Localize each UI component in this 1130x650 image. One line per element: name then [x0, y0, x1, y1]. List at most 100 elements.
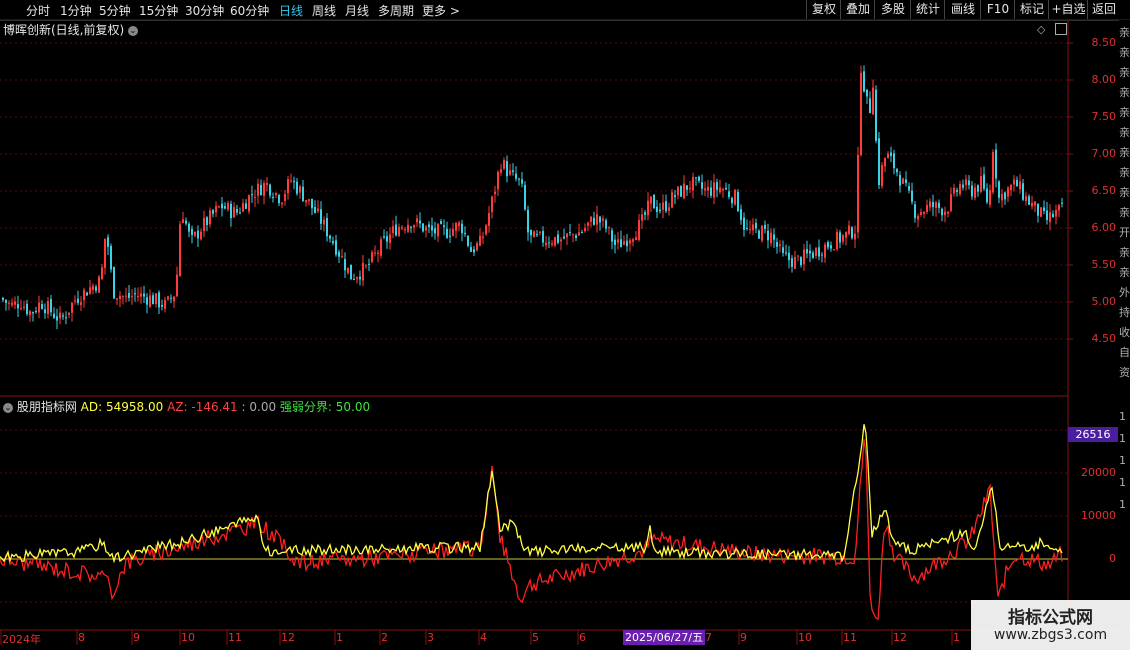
candle-body — [854, 233, 856, 240]
candle-body — [752, 224, 754, 231]
candle-body — [119, 295, 121, 300]
candle-body — [776, 242, 778, 247]
candle-body — [329, 235, 331, 239]
candle-body — [245, 203, 247, 210]
az-line — [0, 439, 1063, 621]
right-strip-char: 1 — [1119, 410, 1126, 423]
candle-body — [131, 296, 133, 298]
date-tick-label: 6 — [579, 631, 586, 644]
right-strip-char: 外 — [1119, 286, 1130, 299]
candle-body — [986, 188, 988, 203]
candle-body — [917, 216, 919, 220]
candle-body — [722, 189, 724, 191]
indicator-tick-label: 0 — [1109, 552, 1116, 565]
indicator-tick-label: 10000 — [1081, 509, 1116, 522]
indicator-name[interactable]: 股朋指标网 — [17, 400, 77, 414]
candle-body — [149, 295, 151, 307]
price-tick-label: 5.00 — [1091, 295, 1117, 308]
candle-body — [539, 231, 541, 233]
candle-body — [638, 219, 640, 240]
candle-body — [755, 222, 757, 229]
candle-body — [602, 218, 604, 221]
candle-body — [632, 239, 634, 242]
candle-body — [227, 202, 229, 210]
chevron-down-icon[interactable]: ⌄ — [3, 402, 13, 413]
candle-body — [545, 242, 547, 246]
candle-body — [5, 299, 7, 303]
candle-body — [950, 194, 952, 211]
candle-body — [812, 252, 814, 258]
candle-body — [206, 217, 208, 225]
candle-body — [821, 254, 823, 256]
candle-body — [599, 216, 601, 223]
candle-body — [803, 249, 805, 265]
candle-body — [563, 236, 565, 239]
candle-body — [272, 196, 274, 198]
candle-body — [80, 302, 82, 305]
candle-body — [497, 171, 499, 190]
candle-body — [167, 296, 169, 300]
candle-body — [320, 209, 322, 224]
candle-body — [50, 299, 52, 313]
candle-body — [920, 212, 922, 215]
date-tick-label: 2024年 — [2, 633, 41, 646]
candle-body — [428, 224, 430, 228]
candle-body — [287, 179, 289, 194]
candle-body — [62, 315, 64, 317]
candle-body — [137, 296, 139, 298]
candle-body — [1031, 202, 1033, 207]
candle-body — [1061, 202, 1063, 204]
candle-body — [692, 177, 694, 191]
candle-body — [35, 311, 37, 313]
candle-body — [695, 177, 697, 179]
candle-body — [971, 185, 973, 197]
candle-body — [296, 181, 298, 194]
candle-body — [926, 205, 928, 212]
current-value-badge: 26516 — [1068, 427, 1118, 442]
candle-body — [932, 201, 934, 208]
candle-body — [383, 236, 385, 238]
right-strip-char: 亲 — [1119, 46, 1130, 59]
candle-body — [713, 182, 715, 198]
candle-body — [500, 169, 502, 173]
candle-body — [65, 317, 67, 319]
candle-body — [1004, 192, 1006, 200]
right-strip-char: 资 — [1119, 366, 1130, 379]
candle-body — [1049, 212, 1051, 222]
candle-body — [386, 236, 388, 242]
right-strip-char: 开 — [1119, 226, 1130, 239]
candle-body — [470, 247, 472, 252]
candle-body — [608, 227, 610, 229]
candle-body — [458, 222, 460, 226]
candle-body — [1037, 203, 1039, 216]
right-strip-char: 亲 — [1119, 246, 1130, 259]
candle-body — [758, 230, 760, 239]
ad-line — [0, 424, 1063, 564]
candle-body — [662, 202, 664, 210]
candle-body — [101, 267, 103, 279]
candle-body — [680, 186, 682, 197]
zero-value: : 0.00 — [241, 400, 277, 414]
candle-body — [1058, 204, 1060, 211]
candle-body — [590, 216, 592, 222]
candle-body — [263, 182, 265, 196]
candle-body — [560, 239, 562, 242]
date-tick-label: 2 — [381, 631, 388, 644]
date-tick-label: 1 — [953, 631, 960, 644]
candle-body — [431, 225, 433, 231]
candle-body — [701, 182, 703, 189]
candle-body — [350, 264, 352, 280]
candle-body — [95, 286, 97, 291]
candle-body — [617, 239, 619, 243]
candle-body — [983, 174, 985, 189]
candle-body — [173, 296, 175, 302]
candle-body — [503, 159, 505, 169]
candle-body — [581, 231, 583, 233]
chart-canvas[interactable] — [0, 0, 1130, 650]
candle-body — [242, 203, 244, 212]
candle-body — [866, 89, 868, 97]
candle-body — [806, 249, 808, 254]
candle-body — [698, 176, 700, 181]
candle-body — [509, 170, 511, 175]
az-value: AZ: -146.41 — [167, 400, 238, 414]
